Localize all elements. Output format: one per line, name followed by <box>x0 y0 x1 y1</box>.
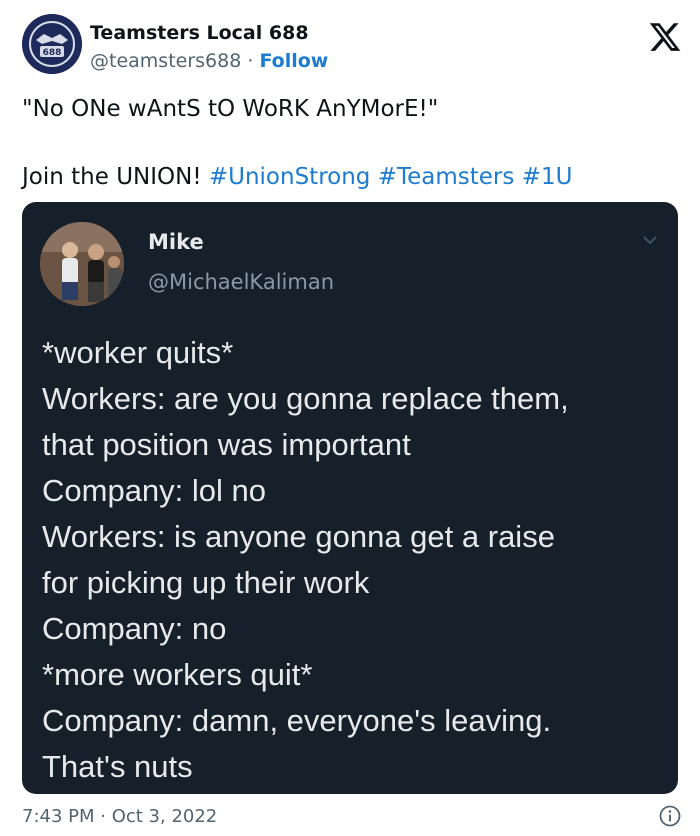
chevron-down-icon <box>640 230 660 250</box>
hashtag-teamsters[interactable]: #Teamsters <box>378 164 515 190</box>
embedded-author-handle: @MichaelKaliman <box>148 270 335 294</box>
handle-separator: · <box>241 50 260 72</box>
tweet-footer: 7:43 PM · Oct 3, 2022 <box>22 804 682 832</box>
timestamp-time[interactable]: 7:43 PM <box>22 806 95 827</box>
x-logo-icon[interactable] <box>648 20 682 54</box>
author-avatar[interactable]: 688 <box>22 14 82 74</box>
embedded-author-name: Mike <box>148 230 204 254</box>
author-handle-line: @teamsters688 · Follow <box>90 50 328 72</box>
author-handle[interactable]: @teamsters688 <box>90 50 241 72</box>
timestamp-separator: · <box>94 806 112 827</box>
embedded-line: Company: lol no <box>42 473 267 508</box>
hashtag-unionstrong[interactable]: #UnionStrong <box>209 164 371 190</box>
embedded-line: for picking up their work <box>42 565 370 600</box>
author-name[interactable]: Teamsters Local 688 <box>90 22 309 44</box>
hashtag-1u[interactable]: #1U <box>522 164 573 190</box>
embedded-line: That's nuts <box>42 749 193 784</box>
tweet-line-2: Join the UNION! #UnionStrong #Teamsters … <box>22 160 682 194</box>
info-icon[interactable] <box>658 804 682 828</box>
timestamp[interactable]: 7:43 PM · Oct 3, 2022 <box>22 806 217 827</box>
embedded-tweet-body: *worker quits* Workers: are you gonna re… <box>42 330 662 790</box>
embedded-line: Workers: are you gonna replace them, <box>42 381 569 416</box>
tweet-line-2-text: Join the UNION! <box>22 164 209 190</box>
embedded-line: *more workers quit* <box>42 657 313 692</box>
tweet-header: 688 Teamsters Local 688 @teamsters688 · … <box>22 14 682 80</box>
embedded-line: Company: damn, everyone's leaving. <box>42 703 552 738</box>
timestamp-date[interactable]: Oct 3, 2022 <box>112 806 218 827</box>
embedded-line: that position was important <box>42 427 411 462</box>
embedded-line: *worker quits* <box>42 335 234 370</box>
embedded-tweet-image[interactable]: Mike @MichaelKaliman *worker quits* Work… <box>22 202 678 794</box>
tweet-text: "No ONe wAntS tO WoRK AnYMorE!" Join the… <box>22 92 682 194</box>
tweet-line-1: "No ONe wAntS tO WoRK AnYMorE!" <box>22 96 439 122</box>
embedded-line: Workers: is anyone gonna get a raise <box>42 519 555 554</box>
embedded-avatar[interactable] <box>40 222 124 306</box>
embedded-line: Company: no <box>42 611 227 646</box>
tweet-spacer <box>22 126 682 160</box>
avatar-badge: 688 <box>43 48 62 58</box>
follow-button[interactable]: Follow <box>259 50 328 72</box>
teamsters-emblem-icon: 688 <box>22 14 82 74</box>
